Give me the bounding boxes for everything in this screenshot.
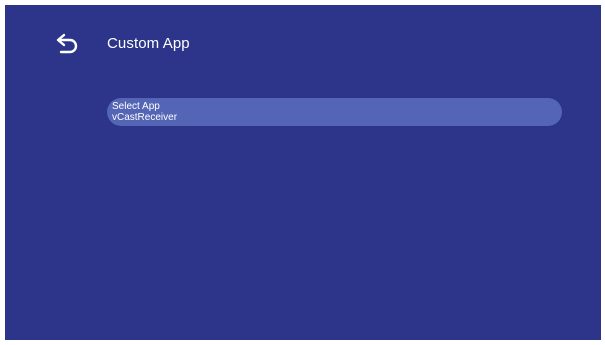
- settings-screen: Custom App Select App vCastReceiver: [5, 5, 601, 340]
- back-button[interactable]: [55, 32, 81, 56]
- page-title: Custom App: [107, 35, 190, 52]
- back-arrow-icon: [56, 33, 78, 54]
- menu-item-select-app[interactable]: Select App vCastReceiver: [107, 98, 562, 126]
- header: Custom App: [5, 5, 601, 85]
- menu-item-value: vCastReceiver: [112, 112, 178, 123]
- menu-item-title: Select App: [112, 101, 160, 112]
